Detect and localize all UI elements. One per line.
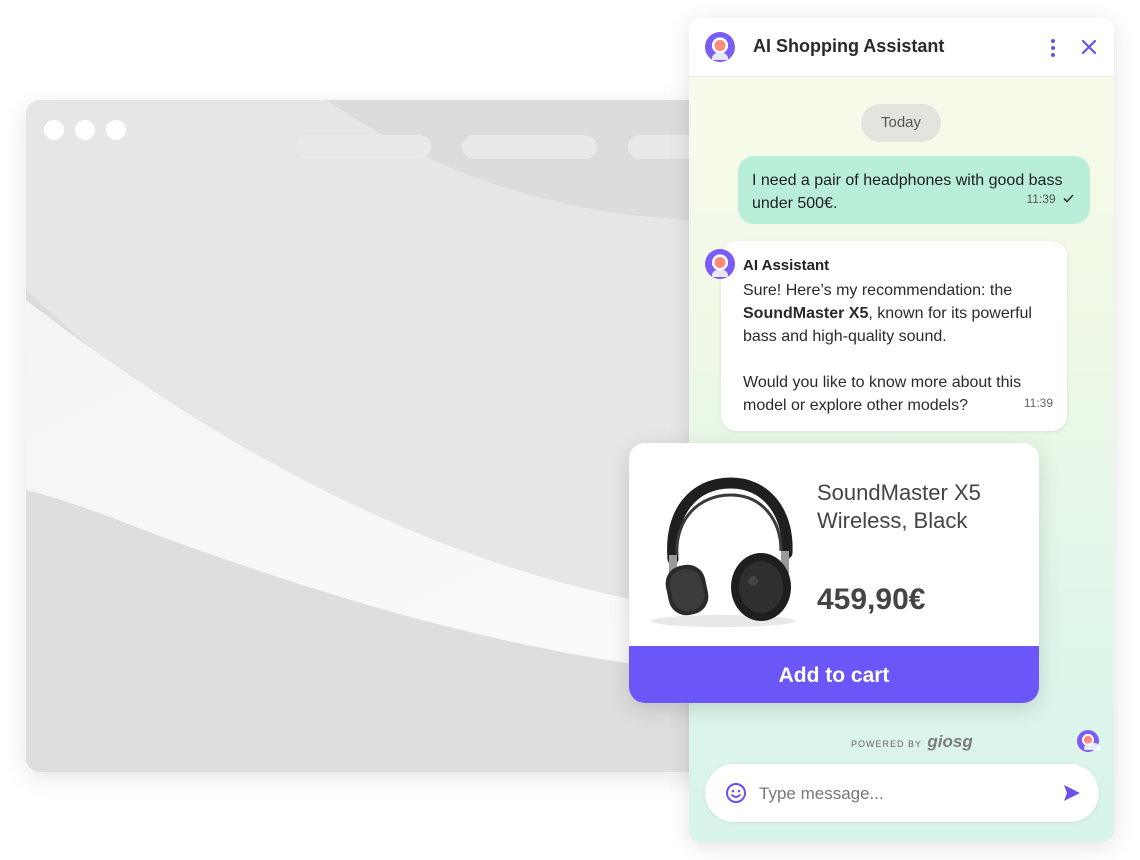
powered-by-label[interactable]: POWERED BY giosg — [851, 732, 973, 752]
headphones-icon[interactable] — [643, 473, 803, 633]
assistant-text-prefix: Sure! Here’s my recommendation: the — [743, 282, 1013, 299]
window-dot-1 — [44, 120, 64, 140]
chat-header: AI Shopping Assistant — [689, 18, 1114, 77]
product-price: 459,90€ — [817, 583, 926, 616]
message-composer — [705, 764, 1099, 822]
close-icon[interactable] — [1077, 32, 1101, 62]
chat-widget: AI Shopping Assistant Today I need a pai… — [689, 18, 1114, 842]
check-icon — [1063, 194, 1074, 203]
assistant-message-bubble: AI Assistant Sure! Here’s my recommendat… — [721, 241, 1067, 431]
powered-by-prefix: POWERED BY — [851, 739, 922, 749]
window-dot-2 — [75, 120, 95, 140]
assistant-message-time: 11:39 — [1023, 396, 1053, 410]
date-separator: Today — [861, 104, 941, 142]
assistant-name: AI Assistant — [743, 257, 830, 274]
user-message-timestamp: 11:39 — [1026, 192, 1056, 206]
product-name[interactable]: SoundMaster X5 Wireless, Black — [817, 479, 1017, 535]
user-message-time: 11:39 — [1027, 188, 1074, 211]
assistant-message-paragraph-1: Sure! Here’s my recommendation: the Soun… — [743, 279, 1053, 348]
user-message-text: I need a pair of headphones with good ba… — [752, 172, 1063, 212]
chat-title: AI Shopping Assistant — [753, 36, 945, 56]
assistant-product-mention: SoundMaster X5 — [743, 305, 869, 322]
assistant-message-avatar-icon — [705, 249, 735, 279]
assistant-mini-avatar-icon — [1077, 730, 1100, 752]
assistant-avatar-icon — [705, 32, 735, 62]
send-icon[interactable] — [1061, 782, 1083, 804]
nav-placeholder-2 — [462, 135, 597, 159]
emoji-icon[interactable] — [725, 782, 747, 804]
powered-by-brand: giosg — [927, 732, 973, 751]
add-to-cart-button[interactable]: Add to cart — [629, 646, 1039, 703]
assistant-question-text: Would you like to know more about this m… — [743, 374, 1022, 414]
nav-placeholder-1 — [296, 135, 431, 159]
product-card[interactable]: SoundMaster X5 Wireless, Black 459,90€ A… — [629, 443, 1039, 703]
window-dot-3 — [106, 120, 126, 140]
message-input[interactable] — [757, 778, 1051, 810]
assistant-message-paragraph-2: Would you like to know more about this m… — [743, 371, 1053, 417]
more-options-icon[interactable] — [1045, 36, 1061, 60]
user-message-bubble: I need a pair of headphones with good ba… — [738, 156, 1090, 224]
